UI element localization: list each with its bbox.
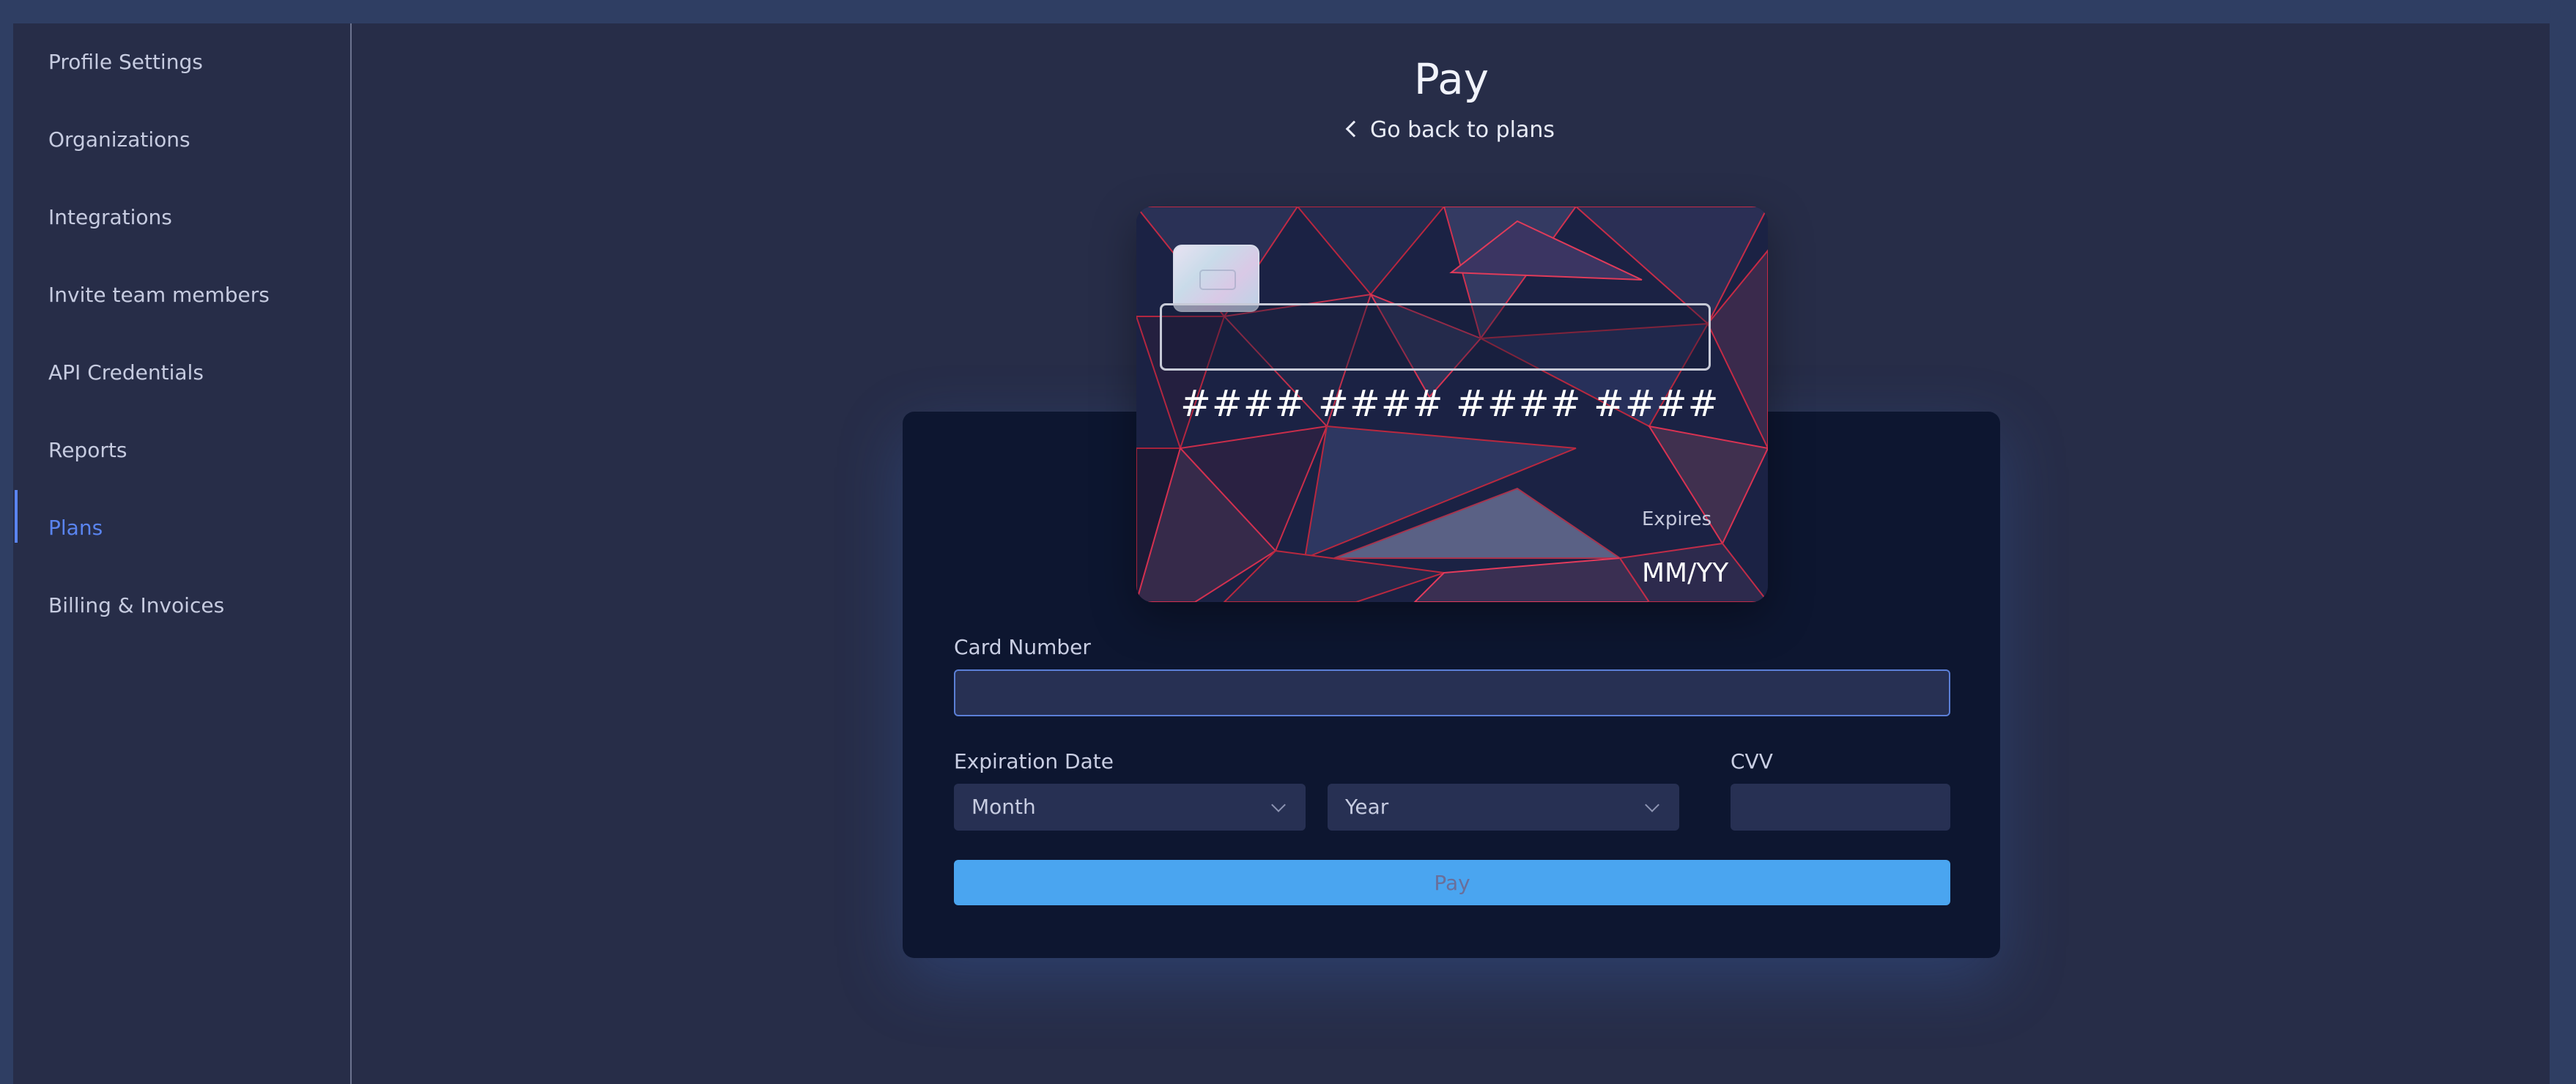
card-holder-box xyxy=(1160,303,1711,371)
card-expires-label: Expires xyxy=(1642,508,1712,530)
cvv-label: CVV xyxy=(1731,749,1773,773)
card-number-group-3: #### xyxy=(1456,382,1582,425)
chevron-left-icon xyxy=(1345,120,1363,138)
sidebar-item-reports[interactable]: Reports xyxy=(48,437,127,464)
back-link-label: Go back to plans xyxy=(1369,117,1555,143)
card-chip-icon xyxy=(1173,245,1259,312)
sidebar-item-invite-team-members[interactable]: Invite team members xyxy=(48,282,270,308)
pay-button[interactable]: Pay xyxy=(954,860,1950,905)
month-select[interactable]: Month xyxy=(954,784,1306,831)
year-select[interactable]: Year xyxy=(1328,784,1679,831)
sidebar: Profile Settings Organizations Integrati… xyxy=(13,23,352,1084)
cvv-input[interactable] xyxy=(1731,784,1950,831)
expiration-date-label: Expiration Date xyxy=(954,749,1114,773)
card-number-input[interactable] xyxy=(954,669,1950,716)
sidebar-item-billing-invoices[interactable]: Billing & Invoices xyxy=(48,593,224,619)
chevron-down-icon xyxy=(1645,798,1659,812)
active-item-indicator xyxy=(15,490,18,543)
sidebar-item-plans[interactable]: Plans xyxy=(48,515,103,541)
chevron-down-icon xyxy=(1271,798,1286,812)
page-title: Pay xyxy=(1413,54,1489,104)
sidebar-item-profile-settings[interactable]: Profile Settings xyxy=(48,49,203,75)
card-number-label: Card Number xyxy=(954,635,1091,659)
card-number-group-2: #### xyxy=(1318,382,1444,425)
card-number-group-1: #### xyxy=(1180,382,1306,425)
back-to-plans-link[interactable]: Go back to plans xyxy=(353,117,2550,143)
month-select-value: Month xyxy=(971,795,1036,819)
sidebar-item-organizations[interactable]: Organizations xyxy=(48,127,190,153)
main-content: Pay Go back to plans Card Number Expirat… xyxy=(353,23,2550,1084)
card-expires-value: MM/YY xyxy=(1642,558,1729,588)
sidebar-item-integrations[interactable]: Integrations xyxy=(48,204,172,231)
card-number-group-4: #### xyxy=(1594,382,1720,425)
sidebar-item-api-credentials[interactable]: API Credentials xyxy=(48,360,204,386)
app-window: Profile Settings Organizations Integrati… xyxy=(13,23,2550,1084)
credit-card-preview: #### #### #### #### Expires MM/YY xyxy=(1136,207,1768,602)
year-select-value: Year xyxy=(1345,795,1389,819)
